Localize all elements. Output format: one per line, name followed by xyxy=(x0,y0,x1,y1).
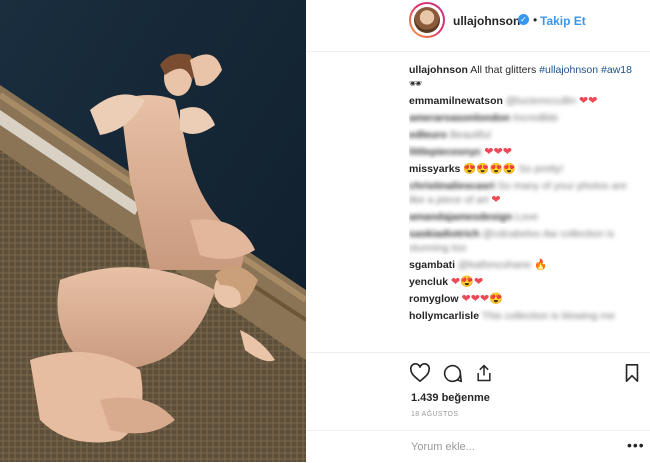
comment-username[interactable]: amandajamesdesign xyxy=(409,211,512,223)
comment-username[interactable]: christinaliescasri xyxy=(409,180,495,192)
post-header: ullajohnson ✓ • Takip Et xyxy=(306,0,650,52)
comment-icon[interactable] xyxy=(442,363,463,389)
header-username[interactable]: ullajohnson xyxy=(453,14,520,28)
comment-username[interactable]: missyarks xyxy=(409,163,460,175)
comment-row: emmamilnewatson @luciemccullin ❤❤ xyxy=(409,94,639,108)
comment-text: This collection is blowing me xyxy=(481,310,615,322)
comment-username[interactable]: hollymcarlisle xyxy=(409,310,479,322)
avatar-ring xyxy=(411,4,443,36)
bookmark-icon[interactable] xyxy=(624,363,640,388)
comment-mention[interactable]: @cdcabelvo xyxy=(483,228,541,240)
more-options-icon[interactable]: ••• xyxy=(627,437,645,453)
comment-text: Beautiful xyxy=(449,129,491,141)
comment-emoji: ❤❤❤😍 xyxy=(461,293,503,305)
comment-emoji: 😍😍😍😍 xyxy=(463,163,516,175)
comment-row: hollymcarlisle This collection is blowin… xyxy=(409,309,639,323)
avatar[interactable] xyxy=(409,2,445,38)
comment-username[interactable]: ameraroasonlondon xyxy=(409,112,510,124)
add-comment-bar: ••• xyxy=(306,430,650,463)
post-photo xyxy=(0,0,306,462)
comment-mention[interactable]: @luciemccullin xyxy=(506,95,576,107)
comment-username[interactable]: yencluk xyxy=(409,276,448,288)
comment-row: christinaliescasri So many of your photo… xyxy=(409,179,639,207)
share-icon[interactable] xyxy=(474,363,494,388)
comment-input[interactable] xyxy=(411,441,611,453)
comment-emoji: ❤❤ xyxy=(578,95,598,107)
comment-row: littlepiecesnyc ❤❤❤ xyxy=(409,145,639,159)
hashtag-link[interactable]: #ullajohnson xyxy=(539,64,598,76)
comment-text: Love xyxy=(515,211,538,223)
post-image[interactable] xyxy=(0,0,306,462)
comment-row: missyarks 😍😍😍😍 So pretty! xyxy=(409,162,639,176)
comment-text: So pretty! xyxy=(518,163,564,175)
post-panel: ullajohnson ✓ • Takip Et ullajohnson All… xyxy=(306,0,650,462)
caption-username[interactable]: ullajohnson xyxy=(409,64,468,76)
caption-text: All that glitters xyxy=(470,64,537,76)
comment-row: edleuro Beautiful xyxy=(409,128,639,142)
verified-badge-icon: ✓ xyxy=(518,14,529,25)
caption: ullajohnson All that glitters #ullajohns… xyxy=(409,63,639,91)
comment-emoji: ❤❤❤ xyxy=(484,146,512,158)
comment-row: amandajamesdesign Love xyxy=(409,210,639,224)
comment-username[interactable]: edleuro xyxy=(409,129,447,141)
comment-mention[interactable]: @kathmcshane xyxy=(458,259,531,271)
comment-row: sgambati @kathmcshane 🔥 xyxy=(409,258,639,272)
comment-username[interactable]: saskiadiotrich xyxy=(409,228,480,240)
comment-row: ameraroasonlondon Incredible xyxy=(409,111,639,125)
comment-emoji: 🔥 xyxy=(534,259,548,271)
comment-emoji: ❤😍❤ xyxy=(451,276,484,288)
comment-username[interactable]: littlepiecesnyc xyxy=(409,146,481,158)
action-bar xyxy=(306,352,650,393)
follow-button[interactable]: Takip Et xyxy=(540,14,586,28)
comment-text: Incredible xyxy=(512,112,559,124)
comment-row: saskiadiotrich @cdcabelvo Aw collection … xyxy=(409,227,639,255)
comment-username[interactable]: romyglow xyxy=(409,293,459,305)
comment-username[interactable]: emmamilnewatson xyxy=(409,95,503,107)
comments-list[interactable]: ullajohnson All that glitters #ullajohns… xyxy=(409,60,639,350)
comment-emoji: ❤ xyxy=(491,194,501,206)
post-date[interactable]: 18 AĞUSTOS xyxy=(411,411,458,418)
comment-username[interactable]: sgambati xyxy=(409,259,455,271)
comment-row: romyglow ❤❤❤😍 xyxy=(409,292,639,306)
heart-icon[interactable] xyxy=(409,363,431,388)
caption-emoji: 🕶 xyxy=(409,78,423,90)
comment-row: yencluk ❤😍❤ xyxy=(409,275,639,289)
header-separator: • xyxy=(533,13,538,27)
avatar-photo xyxy=(414,7,440,33)
hashtag-link[interactable]: #aw18 xyxy=(601,64,632,76)
likes-count[interactable]: 1.439 beğenme xyxy=(411,392,490,404)
